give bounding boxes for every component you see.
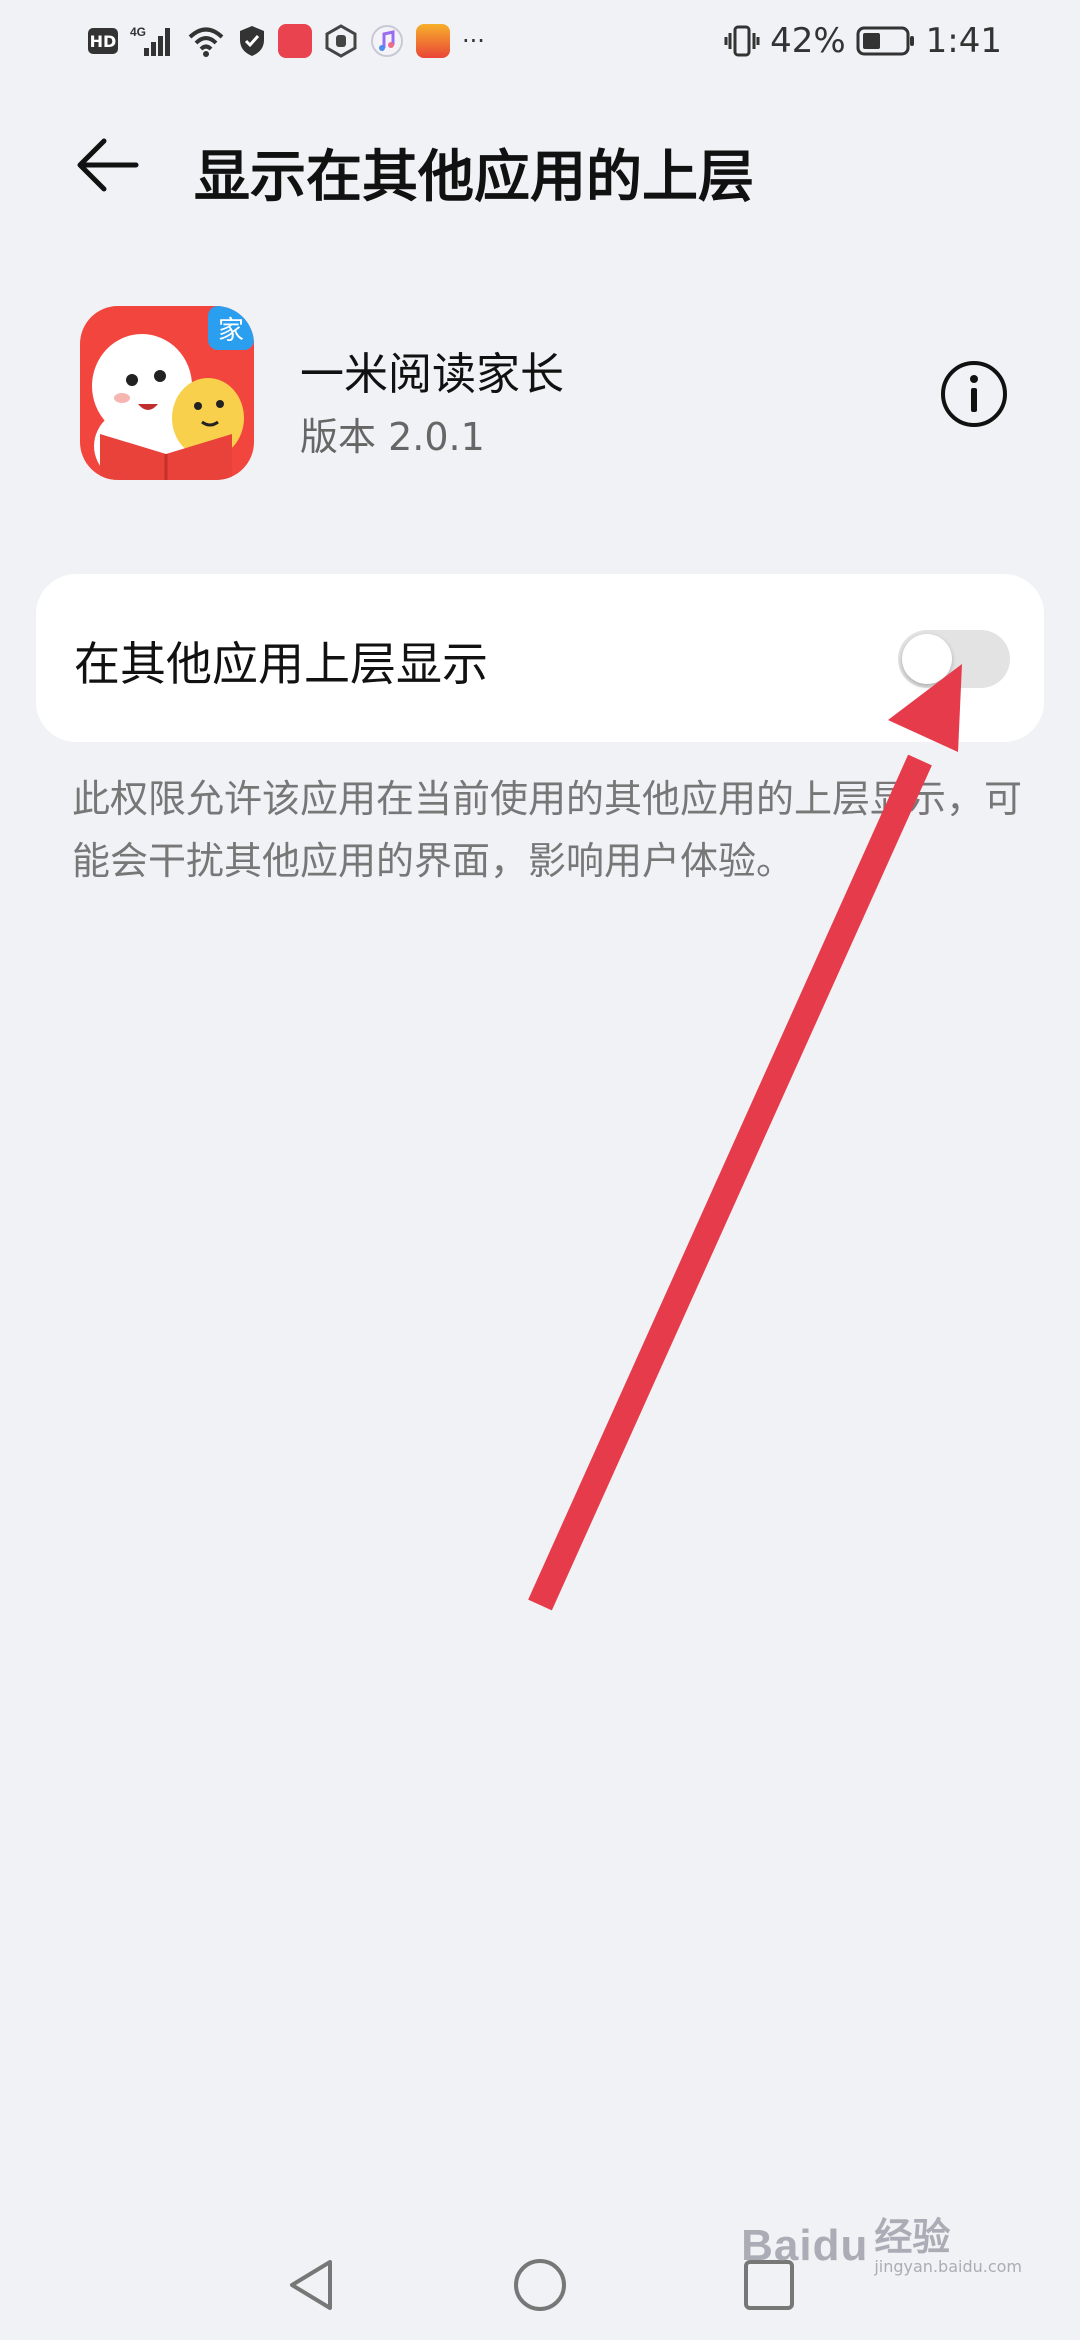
wifi-icon (188, 27, 224, 57)
shield-icon (240, 26, 264, 56)
overlay-permission-toggle[interactable] (898, 630, 1010, 688)
music-app-icon (371, 25, 403, 57)
huawei-app-icon (278, 24, 312, 58)
overlay-permission-label: 在其他应用上层显示 (74, 637, 488, 691)
more-icon: ··· (462, 27, 485, 55)
app-version: 版本 2.0.1 (300, 415, 485, 459)
app-icon-badge: 家 (218, 316, 244, 346)
app-name: 一米阅读家长 (300, 349, 564, 400)
status-icons-left: HD 4G ··· (88, 20, 485, 62)
watermark-logo: Baidu (741, 2221, 869, 2270)
overlay-permission-card: 在其他应用上层显示 (36, 574, 1044, 742)
status-icons-right: 42% 1:41 (724, 20, 1002, 62)
info-icon[interactable] (938, 358, 1010, 430)
vibrate-icon (724, 25, 760, 57)
page-header: 显示在其他应用的上层 (0, 110, 1080, 220)
back-arrow-icon[interactable] (70, 130, 150, 200)
hand-app-icon (325, 24, 357, 58)
hd-label: HD (89, 31, 117, 51)
watermark-text-group: 经验 jingyan.baidu.com (874, 2216, 1022, 2276)
hd-icon: HD (88, 28, 118, 54)
clock: 1:41 (925, 21, 1002, 61)
watermark-url: jingyan.baidu.com (874, 2257, 1022, 2276)
watermark-text: 经验 (874, 2215, 951, 2259)
nav-back-icon[interactable] (278, 2252, 344, 2318)
huawei-store-icon (416, 24, 450, 58)
page-title: 显示在其他应用的上层 (194, 145, 754, 210)
network-label: 4G (130, 25, 146, 39)
status-bar: HD 4G ··· 42% 1:41 (0, 0, 1080, 80)
4g-signal-icon: 4G (130, 25, 170, 56)
nav-home-icon[interactable] (507, 2252, 573, 2318)
toggle-knob (902, 634, 952, 684)
battery-percent: 42% (770, 21, 846, 61)
app-info: 家 一米阅读家长 版本 2.0.1 (80, 306, 1020, 482)
baidu-watermark: Baidu 经验 jingyan.baidu.com (741, 2196, 1022, 2296)
permission-description: 此权限允许该应用在当前使用的其他应用的上层显示，可能会干扰其他应用的界面，影响用… (72, 777, 1023, 883)
app-icon: 家 (80, 306, 254, 480)
battery-icon (856, 26, 914, 56)
